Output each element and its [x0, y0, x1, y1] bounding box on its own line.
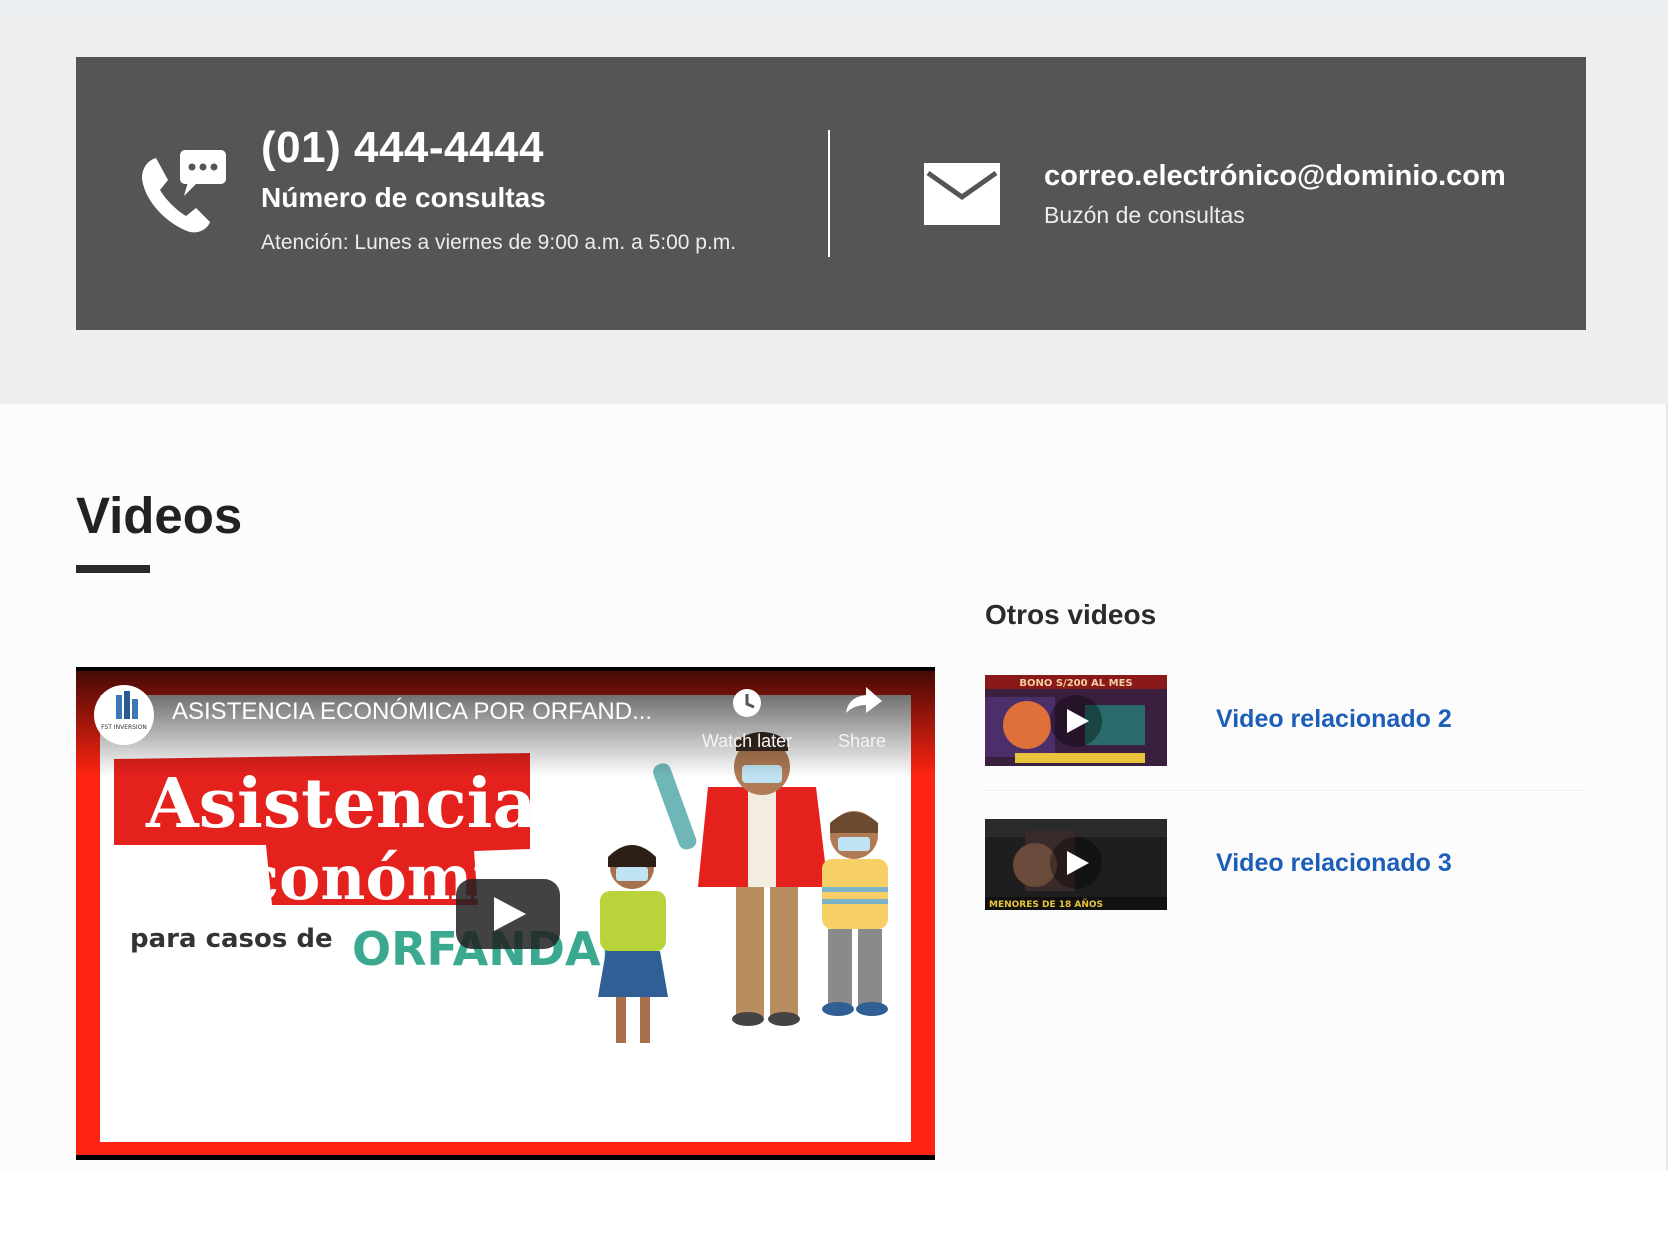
play-button[interactable]: [456, 879, 560, 949]
phone-hours: Atención: Lunes a viernes de 9:00 a.m. a…: [261, 231, 737, 254]
channel-name: FST INVERSION: [101, 724, 147, 731]
related-thumb-text: MENORES DE 18 AÑOS: [989, 899, 1103, 910]
related-video-link[interactable]: Video relacionado 2: [1216, 703, 1452, 735]
email-address[interactable]: correo.electrónico@dominio.com: [1044, 156, 1506, 196]
email-label: Buzón de consultas: [1044, 202, 1245, 228]
clock-icon[interactable]: [733, 689, 761, 717]
related-thumbnail[interactable]: MENORES DE 18 AÑOS: [985, 819, 1167, 910]
main-video-player[interactable]: Asistencia Económica para casos de ORFAN…: [76, 667, 935, 1160]
page-bottom: [0, 1170, 1668, 1251]
email-info: correo.electrónico@dominio.com Buzón de …: [1044, 156, 1506, 232]
related-thumb-text: BONO S/200 AL MES: [1019, 678, 1132, 689]
share-label[interactable]: Share: [807, 731, 917, 752]
related-video-item[interactable]: BONO S/200 AL MES Video relacionado 2: [985, 675, 1585, 770]
video-title[interactable]: ASISTENCIA ECONÓMICA POR ORFAND...: [172, 697, 692, 727]
thumb-line3: para casos de: [130, 924, 333, 954]
other-videos-title: Otros videos: [985, 599, 1157, 630]
related-video-item[interactable]: MENORES DE 18 AÑOS Video relacionado 3: [985, 819, 1585, 914]
title-underline: [76, 565, 150, 573]
phone-number[interactable]: (01) 444-4444: [261, 118, 736, 178]
top-strip: [0, 0, 1668, 14]
related-video-link[interactable]: Video relacionado 3: [1216, 847, 1452, 879]
watch-later-label[interactable]: Watch later: [692, 731, 802, 752]
phone-chat-icon: [142, 150, 226, 233]
mail-icon: [924, 163, 1000, 225]
contact-divider: [828, 130, 830, 257]
related-thumbnail[interactable]: BONO S/200 AL MES: [985, 675, 1167, 766]
phone-info: (01) 444-4444 Número de consultas Atenci…: [261, 118, 736, 258]
section-title: Videos: [76, 487, 243, 544]
phone-label: Número de consultas: [261, 182, 546, 213]
related-divider: [985, 790, 1585, 791]
channel-avatar[interactable]: FST INVERSION: [94, 685, 154, 745]
